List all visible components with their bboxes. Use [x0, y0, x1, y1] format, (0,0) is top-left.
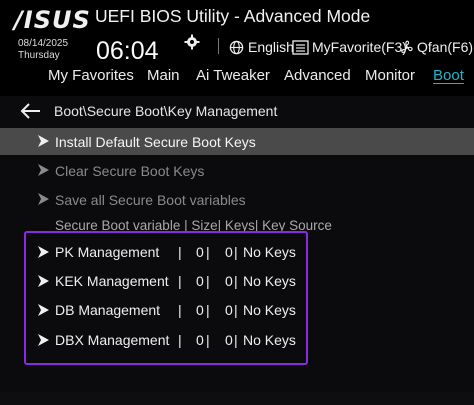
day-display: Thursday: [18, 50, 60, 61]
app-title: UEFI BIOS Utility - Advanced Mode: [95, 6, 371, 26]
myfavorite-button[interactable]: MyFavorite(F3): [292, 38, 407, 56]
favorite-list-icon: [292, 39, 309, 55]
myfavorite-label: MyFavorite(F3): [312, 39, 407, 55]
tab-ai-tweaker[interactable]: Ai Tweaker: [196, 67, 270, 84]
fan-icon: [401, 40, 413, 53]
divider: [218, 38, 219, 54]
chevron-right-icon: [38, 135, 49, 147]
install-default-keys-label: Install Default Secure Boot Keys: [55, 133, 256, 150]
tab-advanced[interactable]: Advanced: [284, 67, 351, 84]
qfan-label: Qfan(F6): [417, 39, 474, 55]
gear-icon: [184, 34, 200, 50]
clear-keys-item[interactable]: Clear Secure Boot Keys: [0, 157, 474, 184]
footer-bar: [0, 392, 474, 405]
qfan-button[interactable]: Qfan(F6): [399, 38, 473, 56]
tab-main[interactable]: Main: [147, 67, 180, 84]
time-display[interactable]: 06:04: [96, 37, 159, 66]
breadcrumb-path: Boot\Secure Boot\Key Management: [54, 103, 278, 119]
language-label: English: [248, 39, 294, 55]
save-all-variables-label: Save all Secure Boot variables: [55, 191, 246, 208]
tab-my-favorites[interactable]: My Favorites: [48, 67, 134, 84]
language-button[interactable]: English: [229, 38, 294, 56]
asus-logo: /ISUS: [14, 6, 91, 34]
install-default-keys-item[interactable]: Install Default Secure Boot Keys: [0, 128, 474, 155]
clear-keys-label: Clear Secure Boot Keys: [55, 162, 205, 179]
globe-icon: [229, 40, 244, 54]
date-display: 08/14/2025: [18, 38, 69, 49]
save-all-variables-item[interactable]: Save all Secure Boot variables: [0, 186, 474, 213]
back-arrow-icon[interactable]: [20, 102, 42, 120]
highlight-box: [24, 231, 308, 365]
main-tabs: My Favorites Main Ai Tweaker Advanced Mo…: [0, 64, 474, 90]
tab-monitor[interactable]: Monitor: [365, 67, 415, 84]
settings-button[interactable]: [184, 33, 200, 51]
top-header-bar: /ISUS UEFI BIOS Utility - Advanced Mode …: [0, 0, 474, 96]
breadcrumb: Boot\Secure Boot\Key Management: [20, 100, 277, 122]
chevron-right-icon: [38, 164, 49, 176]
tab-boot[interactable]: Boot: [433, 67, 464, 84]
chevron-right-icon: [38, 193, 49, 205]
